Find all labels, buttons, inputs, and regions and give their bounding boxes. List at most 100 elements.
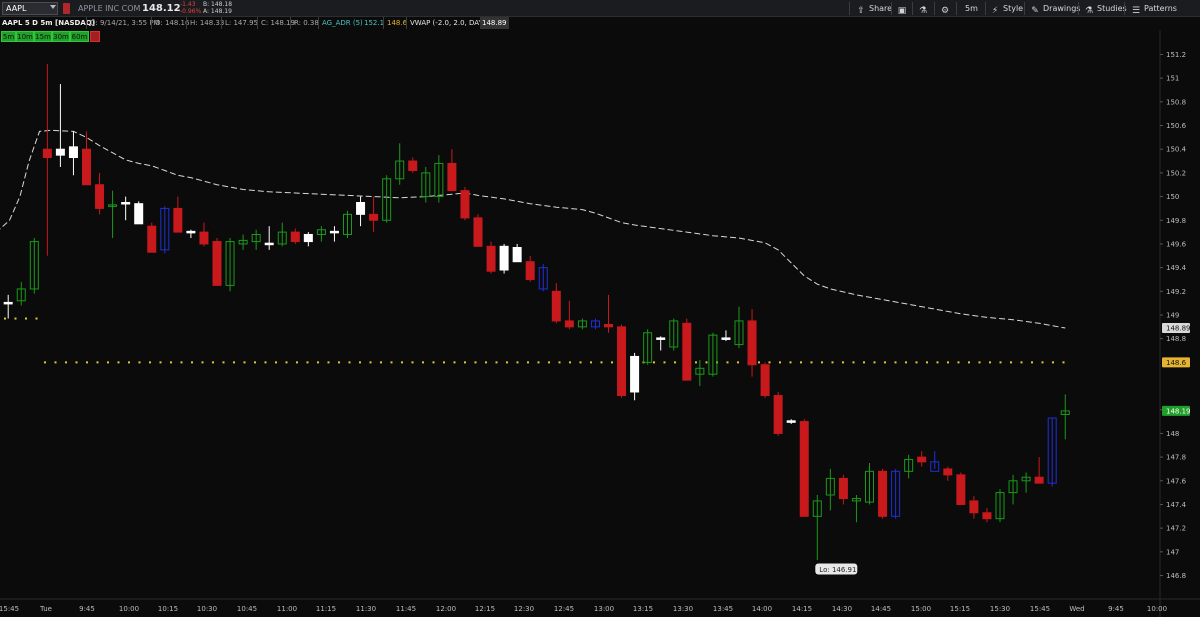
bar-date: D: 9/14/21, 3:55 PM bbox=[86, 17, 160, 29]
adr-dot bbox=[54, 361, 57, 364]
flask-button[interactable]: ⚗ bbox=[918, 2, 931, 16]
candle-body bbox=[577, 320, 587, 328]
adr-dot bbox=[653, 361, 655, 364]
candle bbox=[434, 155, 444, 203]
candle bbox=[1060, 394, 1070, 440]
symbol-dropdown-icon[interactable] bbox=[50, 5, 56, 9]
candle-body bbox=[251, 233, 261, 243]
adr-dot bbox=[359, 361, 361, 364]
candle-body bbox=[186, 230, 196, 234]
price-tick-label: 147 bbox=[1166, 548, 1179, 556]
candle-body bbox=[786, 420, 796, 423]
candle-body bbox=[408, 160, 418, 172]
toolbar-separator bbox=[891, 2, 892, 15]
candle bbox=[408, 157, 418, 173]
candle-body bbox=[604, 323, 613, 328]
bar-high: H: 148.33 bbox=[186, 17, 224, 29]
time-tick-label: 14:45 bbox=[871, 605, 891, 613]
candle bbox=[199, 222, 209, 247]
adr-dot bbox=[1052, 361, 1054, 364]
adr-dot bbox=[327, 361, 330, 364]
timeframe-30m-button[interactable]: 30m bbox=[52, 31, 70, 42]
candle-body bbox=[434, 162, 444, 198]
candle bbox=[878, 468, 888, 519]
adr-dot bbox=[222, 361, 225, 364]
candle-body bbox=[316, 229, 326, 235]
candle-body bbox=[969, 500, 979, 514]
adr-dot bbox=[726, 361, 729, 364]
toolbar-separator bbox=[1124, 2, 1125, 15]
candle-body bbox=[590, 320, 600, 328]
candle-body bbox=[878, 470, 888, 517]
adr-dot bbox=[191, 361, 193, 364]
adr-dot bbox=[44, 361, 46, 364]
drawings-icon: ✎ bbox=[1031, 6, 1039, 16]
price-tick-label: 148 bbox=[1166, 430, 1179, 438]
candle bbox=[382, 175, 392, 223]
adr-dot bbox=[989, 361, 991, 364]
timeframe-10m-button[interactable]: 10m bbox=[16, 31, 34, 42]
adr-dot bbox=[285, 361, 288, 364]
patterns-button[interactable]: ☰ Patterns bbox=[1131, 2, 1177, 16]
candle-body bbox=[173, 207, 183, 233]
bar-low: L: 147.95 bbox=[221, 17, 258, 29]
candle bbox=[799, 419, 809, 517]
timeframe-60m-button[interactable]: 60m bbox=[70, 31, 89, 42]
time-tick-label: Tue bbox=[39, 605, 52, 613]
adr-dot bbox=[128, 361, 130, 364]
toolbar-separator bbox=[956, 2, 957, 15]
price-tick-label: 147.4 bbox=[1166, 501, 1187, 509]
time-tick-label: Wed bbox=[1069, 605, 1084, 613]
company-name: APPLE INC COM bbox=[78, 4, 141, 13]
studies-button[interactable]: ⚗ Studies bbox=[1084, 2, 1127, 16]
drawings-button[interactable]: ✎ Drawings bbox=[1030, 2, 1080, 16]
candle bbox=[369, 196, 379, 233]
share-button[interactable]: ⇪ Share bbox=[856, 2, 892, 16]
timeframe-button[interactable]: 5m bbox=[965, 2, 978, 15]
adr-dot bbox=[632, 361, 634, 364]
candle-body bbox=[695, 367, 705, 375]
alert-icon[interactable] bbox=[63, 3, 70, 14]
adr-dot bbox=[464, 361, 466, 364]
adr-dot bbox=[422, 361, 424, 364]
adr-dot bbox=[25, 317, 27, 320]
gear-button[interactable]: ⚙ bbox=[940, 2, 953, 16]
time-tick-label: 13:45 bbox=[713, 605, 733, 613]
candle-body bbox=[799, 421, 809, 517]
adr-dot bbox=[884, 361, 886, 364]
adr-dot bbox=[180, 361, 183, 364]
candle-body bbox=[904, 458, 914, 472]
adr-dot bbox=[821, 361, 823, 364]
vwap-study-label[interactable]: VWAP (-2.0, 2.0, DAY) bbox=[406, 17, 486, 29]
adr-dot bbox=[233, 361, 235, 364]
adr-dot bbox=[411, 361, 414, 364]
time-tick-label: 14:15 bbox=[792, 605, 812, 613]
candle bbox=[121, 196, 131, 221]
candle-body bbox=[643, 332, 653, 363]
price-axis[interactable]: 151.2 151 150.8 150.6 150.4 150.2 150 149.8 149.… bbox=[1160, 51, 1187, 580]
candle-body bbox=[160, 207, 170, 251]
price-tick-label: 146.8 bbox=[1166, 572, 1186, 580]
studies-icon: ⚗ bbox=[1084, 6, 1094, 16]
candle-body bbox=[669, 320, 679, 348]
style-button[interactable]: ⚡ Style bbox=[990, 2, 1023, 16]
timeframe-close-icon[interactable] bbox=[90, 31, 100, 42]
candle bbox=[708, 332, 718, 377]
candle bbox=[42, 63, 52, 256]
timeframe-15m-button[interactable]: 15m bbox=[34, 31, 52, 42]
price-chart[interactable]: 151.2 151 150.8 150.6 150.4 150.2 150 149.8 149.… bbox=[0, 0, 1200, 617]
chart-settings-button[interactable]: ▣ bbox=[897, 2, 910, 16]
timeframe-5m-button[interactable]: 5m bbox=[1, 31, 16, 42]
chart-toolbar: AAPL APPLE INC COM 148.12 -1.43 -0.96% B… bbox=[0, 0, 1200, 17]
adr-dot bbox=[611, 361, 613, 364]
price-tick-label: 148.2 bbox=[1166, 406, 1186, 414]
price-tick-label: 150 bbox=[1166, 193, 1179, 201]
candle-body bbox=[212, 241, 222, 286]
time-axis[interactable]: 15:45 Tue 9:45 10:00 10:15 10:30 10:45 11:00 11:… bbox=[0, 605, 1167, 613]
candle-body bbox=[917, 456, 927, 463]
price-tick-label: 150.2 bbox=[1166, 169, 1186, 177]
candle-body bbox=[930, 461, 940, 472]
adr-study-label[interactable]: AG_ADR (5) bbox=[318, 17, 363, 29]
candle-body bbox=[721, 337, 731, 340]
candle-body bbox=[238, 239, 248, 245]
